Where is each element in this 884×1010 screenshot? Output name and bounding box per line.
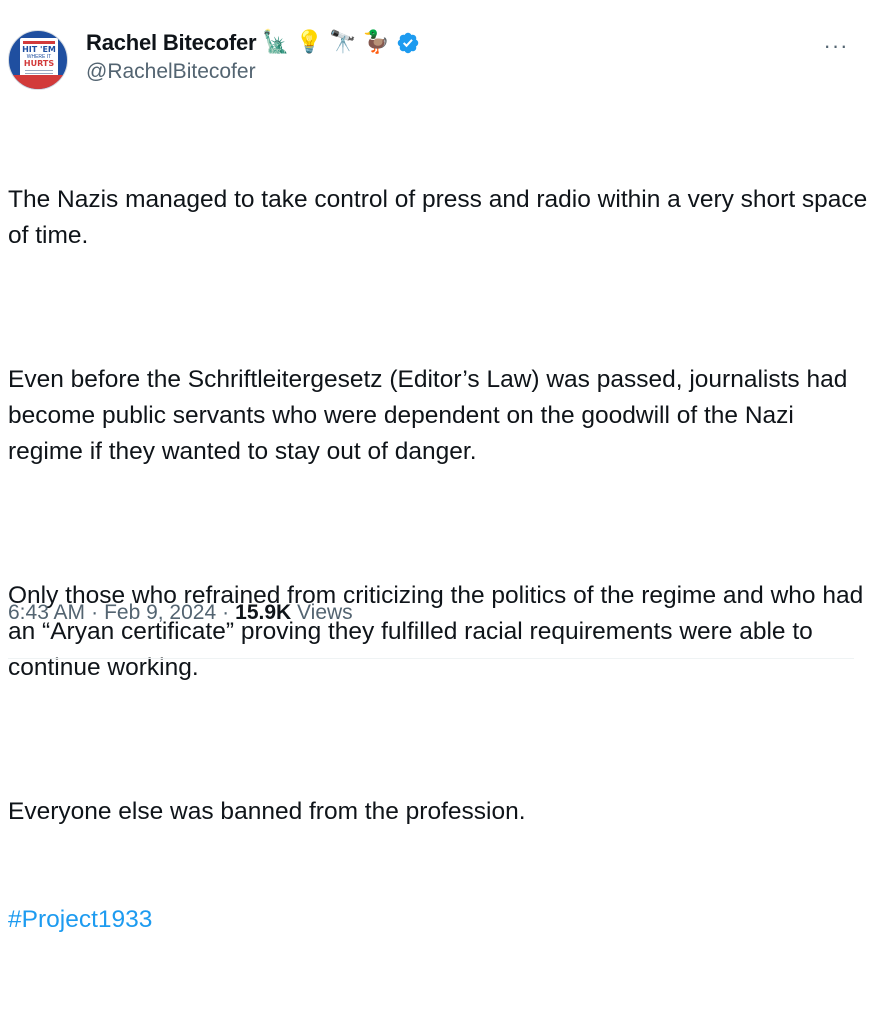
tweet-meta: 6:43 AM · Feb 9, 2024 · 15.9K Views <box>8 601 353 625</box>
avatar[interactable]: HIT 'EM WHERE IT HURTS <box>8 30 68 90</box>
hashtag-link[interactable]: #Project1933 <box>8 902 868 938</box>
tweet-paragraph: Everyone else was banned from the profes… <box>8 798 526 825</box>
tweet-paragraph: Even before the Schriftleitergesetz (Edi… <box>8 366 855 465</box>
name-row: Rachel Bitecofer 🗽 💡 🔭 🦆 <box>86 28 420 58</box>
tweet-date[interactable]: Feb 9, 2024 <box>104 601 216 624</box>
verified-badge-icon[interactable] <box>396 31 420 55</box>
statue-of-liberty-emoji-icon: 🗽 <box>262 30 290 55</box>
avatar-text-3: HURTS <box>23 59 55 68</box>
meta-separator: · <box>222 601 230 624</box>
tweet-header: HIT 'EM WHERE IT HURTS Rachel Bitecofer … <box>8 28 864 92</box>
views-count[interactable]: 15.9K <box>235 601 291 624</box>
author-info: Rachel Bitecofer 🗽 💡 🔭 🦆 @RachelBitecofe… <box>86 28 420 84</box>
more-options-icon[interactable]: ··· <box>816 32 856 60</box>
avatar-bottom-band <box>9 75 67 89</box>
telescope-emoji-icon: 🔭 <box>329 30 357 55</box>
author-display-name[interactable]: Rachel Bitecofer <box>86 30 257 56</box>
light-bulb-emoji-icon: 💡 <box>295 30 324 55</box>
avatar-cover-bar <box>23 41 55 44</box>
author-handle[interactable]: @RachelBitecofer <box>86 60 420 84</box>
divider <box>8 658 854 659</box>
tweet-paragraph: The Nazis managed to take control of pre… <box>8 186 875 249</box>
avatar-text-1: HIT 'EM <box>22 45 56 54</box>
tweet-time[interactable]: 6:43 AM <box>8 601 85 624</box>
tweet-text: The Nazis managed to take control of pre… <box>8 110 868 1010</box>
meta-separator: · <box>91 601 99 624</box>
views-label: Views <box>297 601 353 624</box>
duck-emoji-icon: 🦆 <box>362 30 391 55</box>
tweet-card: HIT 'EM WHERE IT HURTS Rachel Bitecofer … <box>0 0 884 933</box>
